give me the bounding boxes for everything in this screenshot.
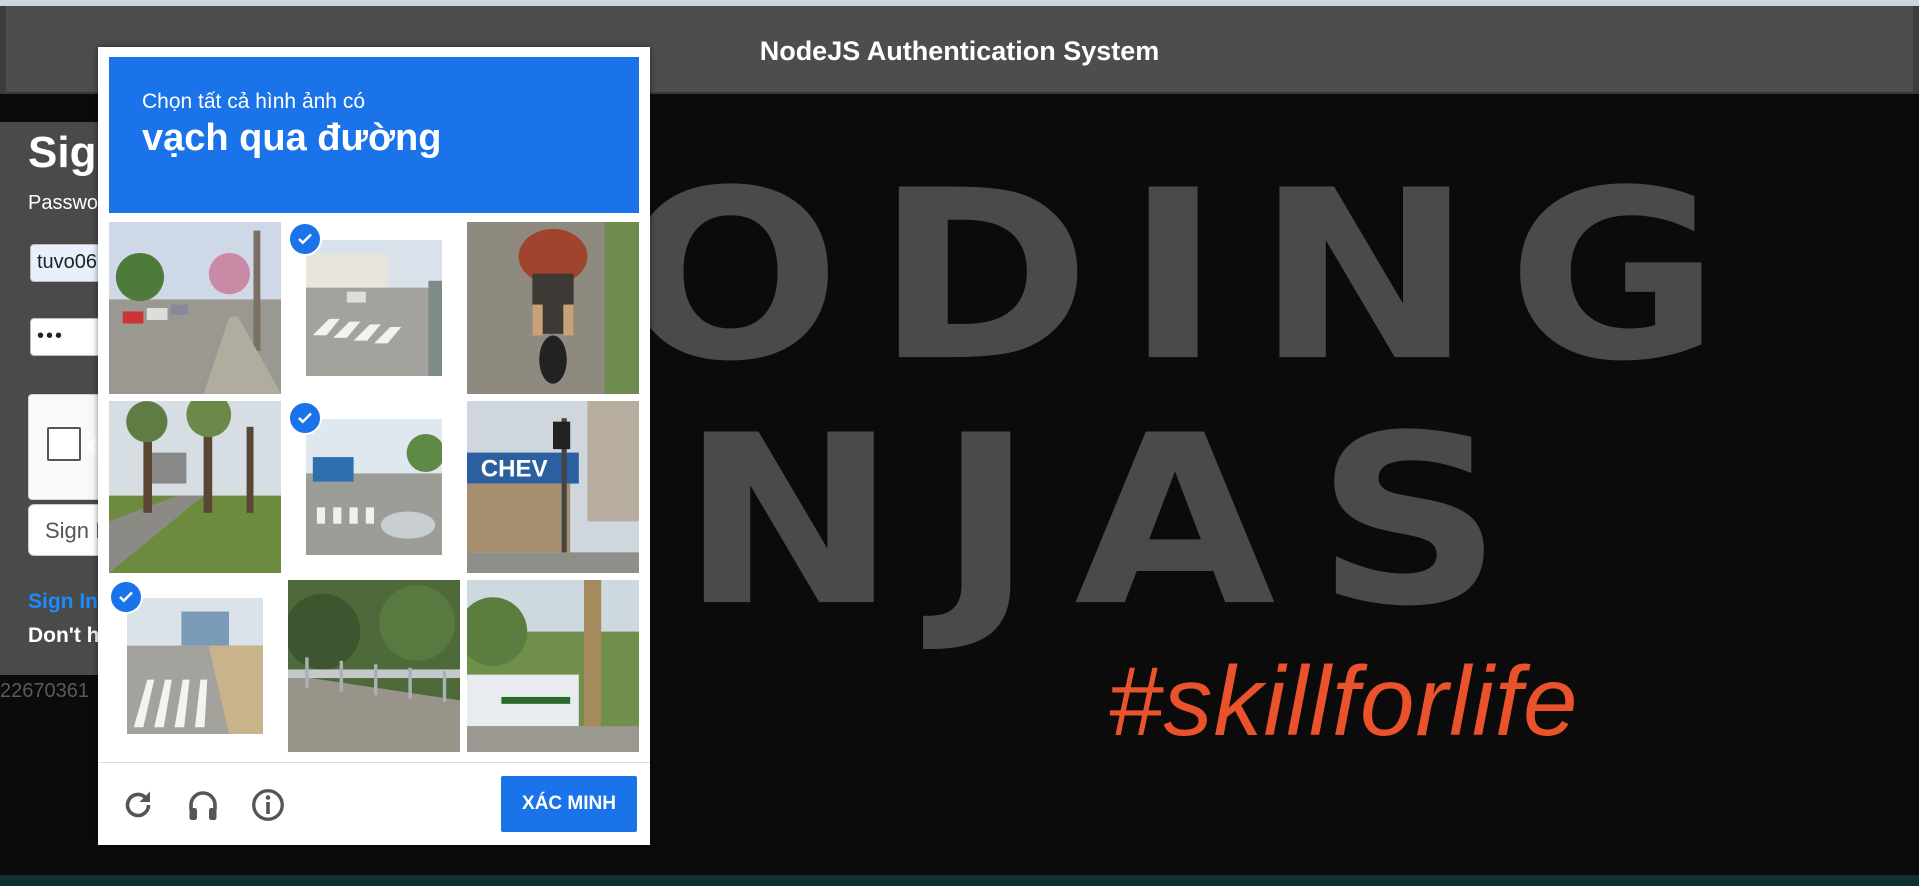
recaptcha-checkbox[interactable] (47, 427, 81, 461)
captcha-tile-9[interactable] (467, 580, 639, 752)
checkmark-icon (288, 222, 322, 256)
captcha-tile-5[interactable] (288, 401, 460, 573)
captcha-image-grid: CHEV (109, 222, 639, 752)
captcha-dialog: Chọn tất cả hình ảnh có vạch qua đường C… (98, 47, 650, 845)
checkmark-icon (109, 580, 143, 614)
motorcycle-image (467, 222, 639, 394)
verify-button[interactable]: XÁC MINH (501, 776, 637, 832)
captcha-tile-4[interactable] (109, 401, 281, 573)
car-pole-image (467, 580, 639, 752)
id-text: 22670361 (0, 680, 89, 702)
captcha-tile-8[interactable] (288, 580, 460, 752)
poster-line1: ODING (620, 141, 1755, 413)
signin-link[interactable]: Sign In (28, 590, 98, 614)
bottom-strip (0, 875, 1919, 886)
captcha-tile-7[interactable] (109, 580, 281, 752)
signup-prompt: Don't h (28, 624, 100, 647)
svg-text:CHEV: CHEV (481, 456, 548, 483)
highway-railing-image (288, 580, 460, 752)
crosswalk-image (306, 240, 442, 376)
crosswalk-sidewalk-image (127, 598, 263, 734)
password-label: Passwo (28, 192, 99, 214)
street-cars-image (109, 222, 281, 394)
crosswalk-truck-image (306, 419, 442, 555)
captcha-target: vạch qua đường (142, 117, 442, 159)
checkmark-icon (288, 401, 322, 435)
poster-line2: NJAS (680, 386, 1543, 658)
captcha-tile-3[interactable] (467, 222, 639, 394)
captcha-header: Chọn tất cả hình ảnh có vạch qua đường (109, 57, 639, 213)
captcha-footer: XÁC MINH (98, 762, 650, 846)
tree-path-image (109, 401, 281, 573)
captcha-tile-6[interactable]: CHEV (467, 401, 639, 573)
captcha-tile-1[interactable] (109, 222, 281, 394)
poster-tagline: #skillforlife (1108, 646, 1579, 756)
info-icon[interactable] (250, 787, 286, 823)
headphones-icon[interactable] (185, 787, 221, 823)
captcha-tile-2[interactable] (288, 222, 460, 394)
reload-icon[interactable] (120, 787, 156, 823)
captcha-instruction: Chọn tất cả hình ảnh có (142, 90, 365, 113)
chevron-station-image: CHEV (467, 401, 639, 573)
